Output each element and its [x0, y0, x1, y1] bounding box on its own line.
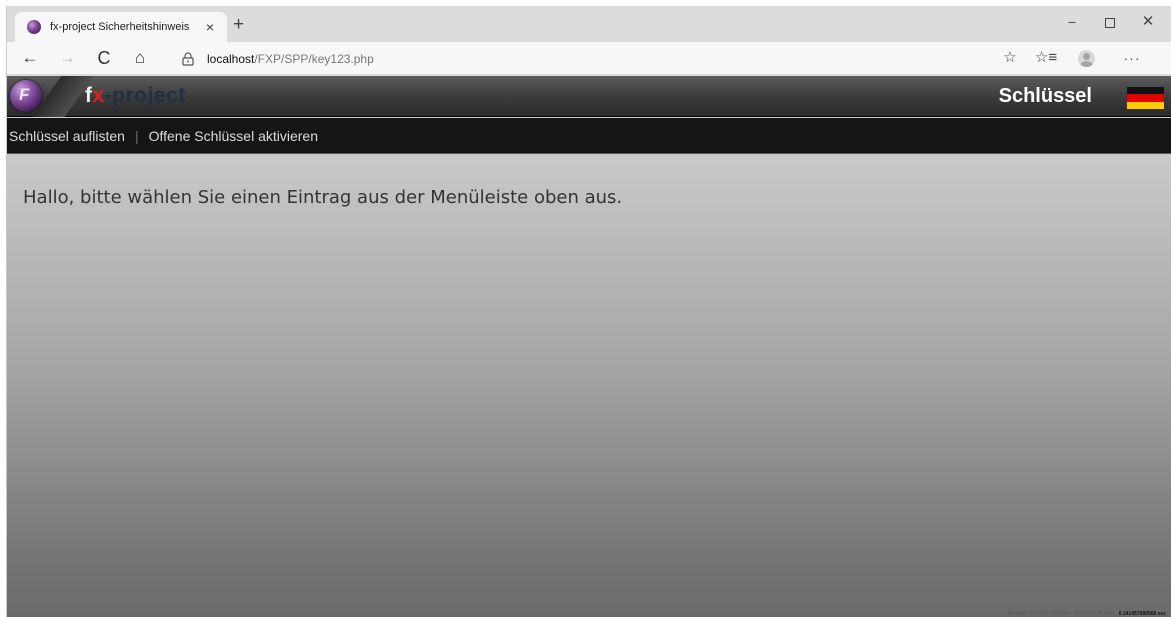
menu-item-list-keys[interactable]: Schlüssel auflisten: [9, 128, 125, 144]
page-viewport: fx-project Schlüssel Schlüssel auflisten…: [7, 76, 1171, 617]
brand-f: f: [85, 84, 93, 107]
welcome-message: Hallo, bitte wählen Sie einen Eintrag au…: [23, 187, 623, 208]
profile-button[interactable]: [1073, 46, 1099, 70]
forward-button[interactable]: →: [54, 46, 80, 70]
new-tab-button[interactable]: +: [233, 15, 244, 34]
reload-button[interactable]: C: [91, 46, 117, 70]
url-path: /FXP/SPP/key123.php: [254, 51, 374, 66]
brand-name: fx-project: [85, 84, 186, 108]
menu-bar: Schlüssel auflisten | Offene Schlüssel a…: [7, 118, 1171, 154]
runtime-text: Runtime: 1617307738.3537 - 1617307738.35…: [1007, 611, 1115, 617]
tab-strip: fx-project Sicherheitshinweis × + − ✕: [7, 6, 1171, 42]
home-button[interactable]: ⌂: [127, 46, 153, 70]
back-button[interactable]: ←: [17, 46, 43, 70]
fx-logo-icon[interactable]: [10, 80, 42, 112]
url-host: localhost: [207, 51, 255, 66]
page-info-icon[interactable]: [181, 51, 195, 66]
close-window-button[interactable]: ✕: [1129, 10, 1167, 34]
german-flag-icon[interactable]: [1127, 87, 1164, 109]
favorites-list-icon[interactable]: ☆≡: [1033, 46, 1059, 70]
runtime-seconds: 0.141457090568 sec: [1118, 611, 1166, 617]
url-text: localhost/FXP/SPP/key123.php: [207, 52, 374, 66]
add-favorite-icon[interactable]: ☆: [997, 46, 1023, 70]
brand-rest: -project: [104, 84, 186, 107]
menu-item-activate-keys[interactable]: Offene Schlüssel aktivieren: [149, 128, 318, 144]
app-banner: fx-project Schlüssel: [7, 76, 1171, 117]
tab-title: fx-project Sicherheitshinweis: [50, 21, 190, 33]
more-menu-button[interactable]: ···: [1119, 46, 1145, 70]
browser-toolbar: ← → C ⌂ localhost/FXP/SPP/key123.php ☆ ☆…: [7, 42, 1171, 75]
menu-separator: |: [134, 127, 139, 144]
avatar: [1077, 49, 1095, 67]
brand-x: x: [92, 84, 105, 107]
address-bar[interactable]: localhost/FXP/SPP/key123.php: [169, 46, 989, 71]
tab-close-icon[interactable]: ×: [201, 19, 219, 35]
maximize-icon: [1105, 18, 1115, 29]
page-title: Schlüssel: [998, 85, 1092, 107]
browser-window: fx-project Sicherheitshinweis × + − ✕ ← …: [6, 6, 1171, 617]
favicon-icon: [27, 20, 41, 34]
browser-tab[interactable]: fx-project Sicherheitshinweis ×: [15, 12, 227, 42]
runtime-stats: Runtime: 1617307738.3537 - 1617307738.35…: [1007, 611, 1166, 617]
maximize-button[interactable]: [1091, 10, 1129, 34]
minimize-button[interactable]: −: [1053, 10, 1091, 34]
